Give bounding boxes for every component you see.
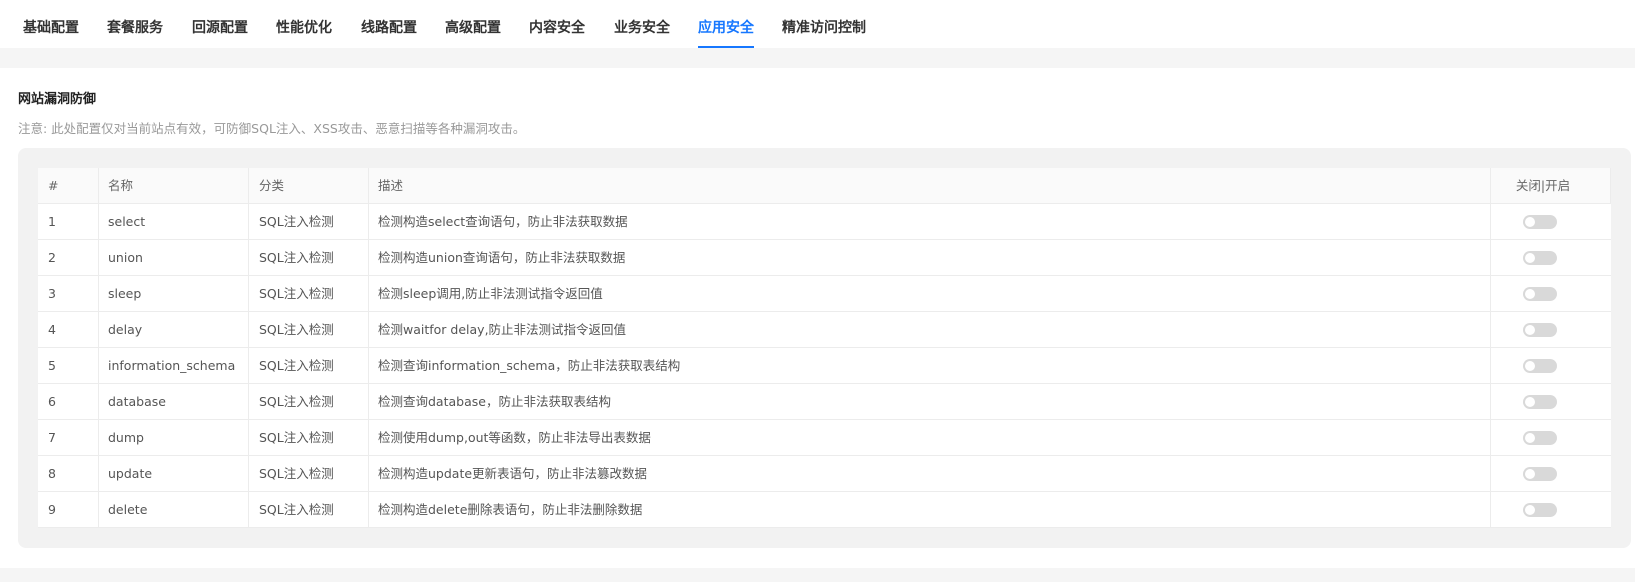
row-name: delay <box>108 322 143 337</box>
row-category: SQL注入检测 <box>259 394 334 409</box>
tab-package-service[interactable]: 套餐服务 <box>107 0 163 48</box>
table-header-row: # 名称 分类 描述 关闭|开启 <box>38 168 1611 204</box>
row-category: SQL注入检测 <box>259 322 334 337</box>
row-name: update <box>108 466 153 481</box>
column-divider <box>248 168 249 528</box>
row-desc: 检测查询database，防止非法获取表结构 <box>378 394 611 409</box>
row-category: SQL注入检测 <box>259 466 334 481</box>
table-row: 8 update SQL注入检测 检测构造update更新表语句，防止非法篡改数… <box>38 456 1611 492</box>
rule-toggle-switch[interactable] <box>1523 503 1557 517</box>
header-desc: 描述 <box>378 178 404 193</box>
header-idx: # <box>48 178 59 193</box>
table-row: 2 union SQL注入检测 检测构造union查询语句，防止非法获取数据 <box>38 240 1611 276</box>
table-row: 9 delete SQL注入检测 检测构造delete删除表语句，防止非法删除数… <box>38 492 1611 528</box>
row-desc: 检测构造delete删除表语句，防止非法删除数据 <box>378 502 643 517</box>
rule-toggle-switch[interactable] <box>1523 251 1557 265</box>
row-category: SQL注入检测 <box>259 250 334 265</box>
row-desc: 检测构造select查询语句，防止非法获取数据 <box>378 214 628 229</box>
row-desc: 检测构造update更新表语句，防止非法篡改数据 <box>378 466 648 481</box>
row-name: database <box>108 394 166 409</box>
row-name: sleep <box>108 286 142 301</box>
rule-toggle-switch[interactable] <box>1523 359 1557 373</box>
content-card: 网站漏洞防御 注意: 此处配置仅对当前站点有效，可防御SQL注入、XSS攻击、恶… <box>0 68 1635 568</box>
row-category: SQL注入检测 <box>259 286 334 301</box>
row-idx: 1 <box>48 214 56 229</box>
table-row: 3 sleep SQL注入检测 检测sleep调用,防止非法测试指令返回值 <box>38 276 1611 312</box>
row-name: dump <box>108 430 144 445</box>
table-row: 5 information_schema SQL注入检测 检测查询informa… <box>38 348 1611 384</box>
section-title: 网站漏洞防御 <box>18 92 97 107</box>
row-name: union <box>108 250 143 265</box>
rules-table: # 名称 分类 描述 关闭|开启 1 select SQL注入检测 检测构造se… <box>38 168 1611 528</box>
tab-business-security[interactable]: 业务安全 <box>614 0 670 48</box>
row-category: SQL注入检测 <box>259 430 334 445</box>
column-divider <box>98 168 99 528</box>
rule-toggle-switch[interactable] <box>1523 215 1557 229</box>
tab-bar: 基础配置 套餐服务 回源配置 性能优化 线路配置 高级配置 内容安全 业务安全 … <box>0 0 1635 48</box>
row-name: select <box>108 214 146 229</box>
table-row: 4 delay SQL注入检测 检测waitfor delay,防止非法测试指令… <box>38 312 1611 348</box>
header-name: 名称 <box>108 178 134 193</box>
row-idx: 3 <box>48 286 56 301</box>
row-category: SQL注入检测 <box>259 502 334 517</box>
section-note: 注意: 此处配置仅对当前站点有效，可防御SQL注入、XSS攻击、恶意扫描等各种漏… <box>18 121 526 136</box>
column-divider <box>1490 168 1491 528</box>
rule-toggle-switch[interactable] <box>1523 287 1557 301</box>
table-row: 7 dump SQL注入检测 检测使用dump,out等函数，防止非法导出表数据 <box>38 420 1611 456</box>
row-name: delete <box>108 502 148 517</box>
rule-toggle-switch[interactable] <box>1523 323 1557 337</box>
row-desc: 检测使用dump,out等函数，防止非法导出表数据 <box>378 430 651 445</box>
tab-content-security[interactable]: 内容安全 <box>529 0 585 48</box>
rule-toggle-switch[interactable] <box>1523 431 1557 445</box>
table-panel: # 名称 分类 描述 关闭|开启 1 select SQL注入检测 检测构造se… <box>18 148 1631 548</box>
row-idx: 5 <box>48 358 56 373</box>
row-category: SQL注入检测 <box>259 358 334 373</box>
column-divider <box>368 168 369 528</box>
row-idx: 9 <box>48 502 56 517</box>
row-desc: 检测waitfor delay,防止非法测试指令返回值 <box>378 322 627 337</box>
row-idx: 4 <box>48 322 56 337</box>
tab-basic-config[interactable]: 基础配置 <box>23 0 79 48</box>
row-desc: 检测查询information_schema，防止非法获取表结构 <box>378 358 681 373</box>
row-desc: 检测构造union查询语句，防止非法获取数据 <box>378 250 626 265</box>
tab-performance[interactable]: 性能优化 <box>276 0 332 48</box>
row-name: information_schema <box>108 358 236 373</box>
tab-origin-config[interactable]: 回源配置 <box>192 0 248 48</box>
row-desc: 检测sleep调用,防止非法测试指令返回值 <box>378 286 603 301</box>
column-divider <box>1610 168 1611 204</box>
header-category: 分类 <box>259 178 285 193</box>
tab-advanced-config[interactable]: 高级配置 <box>445 0 501 48</box>
row-idx: 2 <box>48 250 56 265</box>
rule-toggle-switch[interactable] <box>1523 467 1557 481</box>
tab-line-config[interactable]: 线路配置 <box>361 0 417 48</box>
table-row: 1 select SQL注入检测 检测构造select查询语句，防止非法获取数据 <box>38 204 1611 240</box>
tab-app-security[interactable]: 应用安全 <box>698 0 754 48</box>
header-switch: 关闭|开启 <box>1515 178 1571 193</box>
tab-access-control[interactable]: 精准访问控制 <box>782 0 866 48</box>
row-category: SQL注入检测 <box>259 214 334 229</box>
row-idx: 6 <box>48 394 56 409</box>
table-row: 6 database SQL注入检测 检测查询database，防止非法获取表结… <box>38 384 1611 420</box>
row-idx: 8 <box>48 466 56 481</box>
rule-toggle-switch[interactable] <box>1523 395 1557 409</box>
row-idx: 7 <box>48 430 56 445</box>
